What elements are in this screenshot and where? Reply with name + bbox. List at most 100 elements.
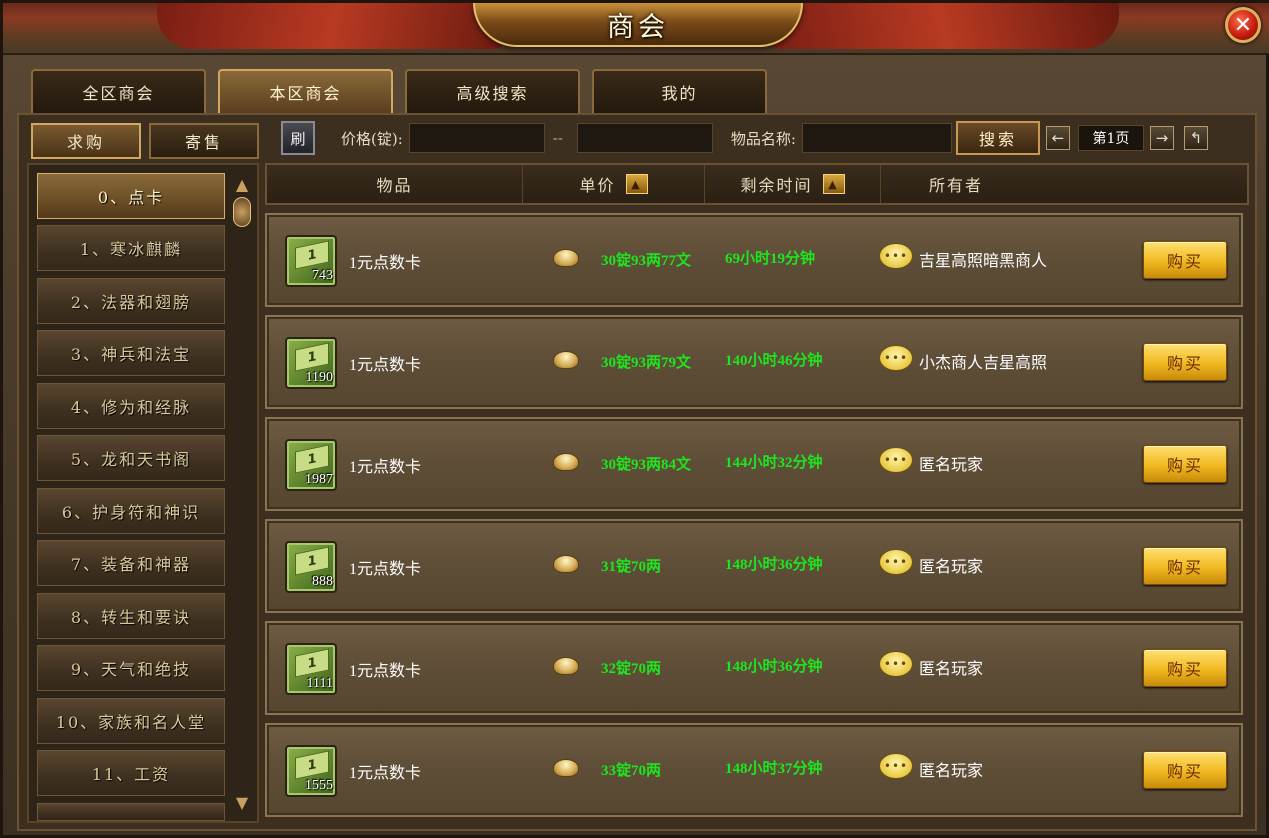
tab-this-server-market[interactable]: 本区商会	[218, 69, 393, 113]
gold-ingot-icon	[553, 249, 579, 267]
category-item-1[interactable]: 1、寒冰麒麟	[37, 225, 225, 271]
tab-all-server-market[interactable]: 全区商会	[31, 69, 206, 113]
category-item-7[interactable]: 7、装备和神器	[37, 540, 225, 586]
sort-up-icon: ▲	[828, 177, 839, 191]
sort-time-button[interactable]: ▲	[822, 174, 845, 194]
point-card-icon[interactable]: 1 888	[285, 541, 337, 593]
point-card-icon[interactable]: 1 1555	[285, 745, 337, 797]
banner-ornament-right	[758, 3, 1128, 49]
category-list: 0、点卡 1、寒冰麒麟 2、法器和翅膀 3、神兵和法宝 4、修为和经脉 5、龙和…	[27, 163, 259, 823]
table-row: 1 1111 1元点数卡 32锭70两 148小时36分钟 ••• 匿名玩家 购…	[265, 621, 1243, 715]
chat-bubble-icon[interactable]: •••	[879, 549, 913, 575]
category-item-partial[interactable]	[37, 803, 225, 821]
ticket-glyph: 1	[295, 750, 329, 780]
ticket-glyph: 1	[295, 240, 329, 270]
unit-price: 33锭70两	[601, 763, 662, 779]
category-item-8[interactable]: 8、转生和要诀	[37, 593, 225, 639]
scroll-down-icon[interactable]: ▼	[232, 791, 252, 813]
category-item-5[interactable]: 5、龙和天书阁	[37, 435, 225, 481]
category-item-2[interactable]: 2、法器和翅膀	[37, 278, 225, 324]
buy-button[interactable]: 购买	[1143, 241, 1227, 279]
category-item-4[interactable]: 4、修为和经脉	[37, 383, 225, 429]
table-row: 1 1190 1元点数卡 30锭93两79文 140小时46分钟 ••• 小杰商…	[265, 315, 1243, 409]
unit-price: 30锭93两79文	[601, 355, 692, 371]
gold-ingot-icon	[553, 657, 579, 675]
point-card-icon[interactable]: 1 1987	[285, 439, 337, 491]
category-item-6[interactable]: 6、护身符和神识	[37, 488, 225, 534]
category-item-11[interactable]: 11、工资	[37, 750, 225, 796]
item-name: 1元点数卡	[349, 561, 422, 578]
auction-window: 商会 ✕ 全区商会 本区商会 高级搜索 我的 求购 寄售 刷 价格(锭): --…	[0, 0, 1269, 838]
price-label: 价格(锭):	[341, 129, 403, 148]
tab-advanced-search[interactable]: 高级搜索	[405, 69, 580, 113]
next-page-button[interactable]: →	[1149, 126, 1174, 150]
price-range-separator: --	[552, 129, 563, 147]
main-tab-bar: 全区商会 本区商会 高级搜索 我的	[31, 69, 767, 113]
price-min-input[interactable]	[408, 123, 545, 153]
chat-bubble-icon[interactable]: •••	[879, 243, 913, 269]
header-time-label: 剩余时间	[740, 176, 813, 195]
category-item-3[interactable]: 3、神兵和法宝	[37, 330, 225, 376]
header-item-label: 物品	[376, 176, 413, 195]
window-title: 商会	[607, 11, 669, 43]
table-row: 1 743 1元点数卡 30锭93两77文 69小时19分钟 ••• 吉星高照暗…	[265, 213, 1243, 307]
item-name-input[interactable]	[801, 123, 952, 153]
search-button[interactable]: 搜索	[955, 121, 1040, 155]
buy-button[interactable]: 购买	[1143, 445, 1227, 483]
gold-ingot-icon	[553, 555, 579, 573]
tab-mine[interactable]: 我的	[592, 69, 767, 113]
close-button[interactable]: ✕	[1225, 7, 1261, 43]
owner-name: 匿名玩家	[919, 763, 984, 780]
point-card-icon[interactable]: 1 1111	[285, 643, 337, 695]
arrow-right-icon: →	[1155, 129, 1169, 147]
gold-ingot-icon	[553, 759, 579, 777]
prev-page-button[interactable]: ←	[1045, 126, 1070, 150]
item-name: 1元点数卡	[349, 663, 422, 680]
sub-tab-bar: 求购 寄售	[31, 123, 259, 159]
page-indicator: 第1页	[1077, 125, 1144, 151]
title-plate: 商会	[473, 3, 803, 47]
chat-bubble-icon[interactable]: •••	[879, 345, 913, 371]
item-quantity: 888	[312, 574, 333, 589]
buy-button[interactable]: 购买	[1143, 649, 1227, 687]
scroll-up-icon[interactable]: ▲	[232, 173, 252, 195]
tab-consignment[interactable]: 寄售	[149, 123, 259, 159]
item-quantity: 1555	[305, 778, 333, 793]
item-quantity: 1987	[305, 472, 333, 487]
buy-button[interactable]: 购买	[1143, 751, 1227, 789]
refresh-button[interactable]: 刷	[281, 121, 315, 155]
unit-price: 30锭93两84文	[601, 457, 692, 473]
chat-bubble-icon[interactable]: •••	[879, 651, 913, 677]
unit-price: 30锭93两77文	[601, 253, 692, 269]
header-price-label: 单价	[579, 176, 616, 195]
table-row: 1 888 1元点数卡 31锭70两 148小时36分钟 ••• 匿名玩家 购买	[265, 519, 1243, 613]
sort-price-button[interactable]: ▲	[625, 174, 648, 194]
return-button[interactable]: ↰	[1183, 126, 1208, 150]
owner-name: 小杰商人吉星高照	[919, 355, 1048, 372]
table-row: 1 1987 1元点数卡 30锭93两84文 144小时32分钟 ••• 匿名玩…	[265, 417, 1243, 511]
header-owner-label: 所有者	[928, 176, 983, 195]
time-remaining: 140小时46分钟	[725, 353, 823, 369]
title-banner: 商会 ✕	[3, 3, 1269, 55]
category-item-0[interactable]: 0、点卡	[37, 173, 225, 219]
gold-ingot-icon	[553, 351, 579, 369]
buy-button[interactable]: 购买	[1143, 547, 1227, 585]
buy-button[interactable]: 购买	[1143, 343, 1227, 381]
point-card-icon[interactable]: 1 743	[285, 235, 337, 287]
owner-name: 吉星高照暗黑商人	[919, 253, 1048, 270]
category-item-10[interactable]: 10、家族和名人堂	[37, 698, 225, 744]
table-row: 1 1555 1元点数卡 33锭70两 148小时37分钟 ••• 匿名玩家 购…	[265, 723, 1243, 817]
chat-bubble-icon[interactable]: •••	[879, 447, 913, 473]
category-scrollbar[interactable]: ▲ ▼	[232, 173, 252, 813]
point-card-icon[interactable]: 1 1190	[285, 337, 337, 389]
scroll-thumb[interactable]	[233, 197, 251, 227]
chat-bubble-icon[interactable]: •••	[879, 753, 913, 779]
price-max-input[interactable]	[576, 123, 713, 153]
time-remaining: 148小时36分钟	[725, 557, 823, 573]
tab-buy-requests[interactable]: 求购	[31, 123, 141, 159]
search-bar: 刷 价格(锭): -- 物品名称: 搜索 ← 第1页 → ↰	[281, 119, 1251, 157]
category-item-9[interactable]: 9、天气和绝技	[37, 645, 225, 691]
header-price: 单价 ▲	[523, 165, 705, 203]
owner-name: 匿名玩家	[919, 457, 984, 474]
item-quantity: 743	[312, 268, 333, 283]
